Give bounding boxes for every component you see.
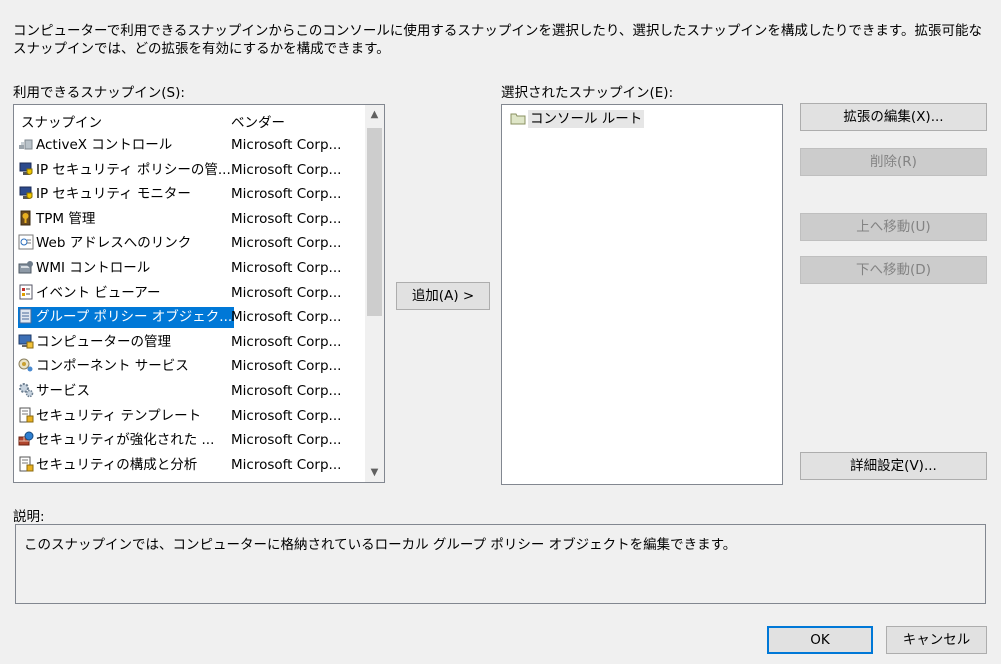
list-item[interactable]: グループ ポリシー オブジェク... Microsoft Corp... <box>14 307 364 332</box>
column-header-snapin[interactable]: スナップイン <box>21 111 102 131</box>
ip-security-monitor-icon <box>18 185 34 201</box>
list-item[interactable]: コンポーネント サービス Microsoft Corp... <box>14 356 364 381</box>
console-root-item[interactable]: コンソール ルート <box>510 109 645 129</box>
description-box: このスナップインでは、コンピューターに格納されているローカル グループ ポリシー… <box>15 524 986 604</box>
services-gear-icon <box>18 382 34 398</box>
available-snapins-label: 利用できるスナップイン(S): <box>13 85 185 101</box>
cancel-button[interactable]: キャンセル <box>886 626 987 654</box>
list-item[interactable]: イベント ビューアー Microsoft Corp... <box>14 283 364 308</box>
intro-text: コンピューターで利用できるスナップインからこのコンソールに使用するスナップインを… <box>13 23 983 57</box>
selected-snapins-list[interactable]: コンソール ルート <box>501 104 783 485</box>
edit-extensions-button[interactable]: 拡張の編集(X)... <box>800 103 987 131</box>
computer-management-icon <box>18 333 34 349</box>
ip-security-policy-icon <box>18 161 34 177</box>
list-item[interactable]: IP セキュリティ モニター Microsoft Corp... <box>14 184 364 209</box>
description-text: このスナップインでは、コンピューターに格納されているローカル グループ ポリシー… <box>24 537 737 553</box>
list-item[interactable]: ActiveX コントロール Microsoft Corp... <box>14 135 364 160</box>
activex-control-icon <box>18 136 34 152</box>
list-item[interactable]: コンピューターの管理 Microsoft Corp... <box>14 332 364 357</box>
web-link-icon <box>18 234 34 250</box>
list-item[interactable]: セキュリティ テンプレート Microsoft Corp... <box>14 406 364 431</box>
vertical-scrollbar[interactable]: ▲ ▼ <box>365 105 384 482</box>
firewall-icon <box>18 431 34 447</box>
security-analysis-icon <box>18 456 34 472</box>
wmi-control-icon <box>18 259 34 275</box>
add-button[interactable]: 追加(A) > <box>396 282 490 310</box>
component-services-icon <box>18 357 34 373</box>
advanced-button[interactable]: 詳細設定(V)... <box>800 452 987 480</box>
available-snapins-list[interactable]: スナップイン ベンダー ActiveX コントロール Microsoft Cor… <box>13 104 385 483</box>
remove-button[interactable]: 削除(R) <box>800 148 987 176</box>
security-template-icon <box>18 407 34 423</box>
list-item[interactable]: サービス Microsoft Corp... <box>14 381 364 406</box>
group-policy-icon <box>18 308 34 324</box>
scroll-track[interactable] <box>365 124 384 463</box>
move-up-button[interactable]: 上へ移動(U) <box>800 213 987 241</box>
move-down-button[interactable]: 下へ移動(D) <box>800 256 987 284</box>
list-item[interactable]: セキュリティが強化された ... Microsoft Corp... <box>14 430 364 455</box>
folder-icon <box>510 110 526 126</box>
list-item[interactable]: セキュリティの構成と分析 Microsoft Corp... <box>14 455 364 480</box>
scroll-up-icon[interactable]: ▲ <box>365 105 384 124</box>
list-item[interactable]: IP セキュリティ ポリシーの管... Microsoft Corp... <box>14 160 364 185</box>
selected-snapins-label: 選択されたスナップイン(E): <box>501 85 674 101</box>
description-label: 説明: <box>13 509 45 525</box>
list-item[interactable]: TPM 管理 Microsoft Corp... <box>14 209 364 234</box>
list-item[interactable]: Web アドレスへのリンク Microsoft Corp... <box>14 233 364 258</box>
scroll-thumb[interactable] <box>367 128 382 316</box>
event-viewer-icon <box>18 284 34 300</box>
ok-button[interactable]: OK <box>767 626 873 654</box>
list-item[interactable]: WMI コントロール Microsoft Corp... <box>14 258 364 283</box>
column-header-vendor[interactable]: ベンダー <box>231 111 285 131</box>
snapin-rows: ActiveX コントロール Microsoft Corp... IP セキュリ… <box>14 135 364 479</box>
scroll-down-icon[interactable]: ▼ <box>365 463 384 482</box>
tpm-icon <box>18 210 34 226</box>
list-header: スナップイン ベンダー <box>14 105 364 133</box>
